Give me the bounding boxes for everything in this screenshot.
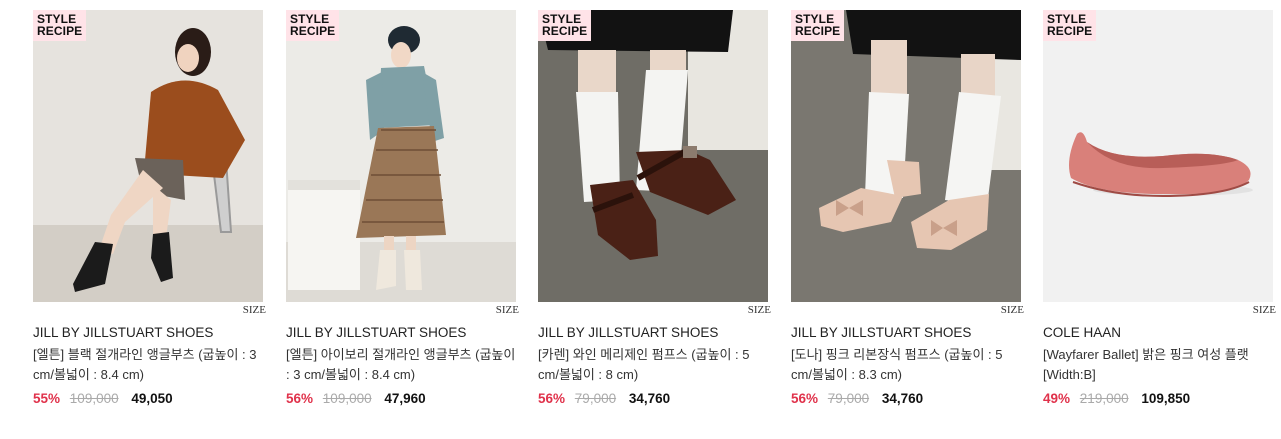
brand-name[interactable]: COLE HAAN	[1043, 325, 1121, 340]
discount-rate: 49%	[1043, 391, 1071, 406]
price-row: 56% 79,000 34,760	[538, 391, 670, 406]
discount-rate: 55%	[33, 391, 61, 406]
product-card[interactable]: STYLE RECIPE SIZE JILL BY JILLSTUART SHO…	[538, 10, 771, 406]
brand-name[interactable]: JILL BY JILLSTUART SHOES	[791, 325, 971, 340]
badge-line-2: RECIPE	[795, 24, 841, 38]
style-recipe-badge: STYLE RECIPE	[1043, 10, 1097, 41]
product-image[interactable]: STYLE RECIPE	[791, 10, 1021, 302]
badge-line-2: RECIPE	[290, 24, 336, 38]
style-recipe-badge: STYLE RECIPE	[791, 10, 845, 41]
badge-line-2: RECIPE	[1047, 24, 1093, 38]
product-name[interactable]: [도나] 핑크 리본장식 펌프스 (굽높이 : 5 cm/볼넓이 : 8.3 c…	[791, 345, 1023, 385]
product-card[interactable]: STYLE RECIPE SIZE JILL BY JILLSTUART SHO…	[791, 10, 1024, 406]
brand-name[interactable]: JILL BY JILLSTUART SHOES	[286, 325, 466, 340]
sale-price: 109,850	[1141, 391, 1191, 406]
size-link[interactable]: SIZE	[1253, 304, 1276, 316]
original-price: 79,000	[827, 391, 870, 406]
product-card[interactable]: STYLE RECIPE SIZE JILL BY JILLSTUART SHO…	[286, 10, 519, 406]
sale-price: 49,050	[131, 391, 173, 406]
sale-price: 47,960	[384, 391, 426, 406]
style-recipe-badge: STYLE RECIPE	[538, 10, 592, 41]
badge-line-2: RECIPE	[37, 24, 83, 38]
style-recipe-badge: STYLE RECIPE	[33, 10, 87, 41]
size-link[interactable]: SIZE	[1001, 304, 1024, 316]
product-name[interactable]: [엘튼] 아이보리 절개라인 앵글부츠 (굽높이 : 3 cm/볼넓이 : 8.…	[286, 345, 518, 385]
discount-rate: 56%	[538, 391, 566, 406]
product-image[interactable]: STYLE RECIPE	[33, 10, 263, 302]
discount-rate: 56%	[791, 391, 819, 406]
price-row: 49% 219,000 109,850	[1043, 391, 1190, 406]
product-grid: STYLE RECIPE SIZE JILL BY JILLSTUART SHO…	[33, 10, 1276, 430]
product-card[interactable]: STYLE RECIPE SIZE JILL BY JILLSTUART SHO…	[33, 10, 266, 406]
sale-price: 34,760	[628, 391, 671, 406]
product-name[interactable]: [카렌] 와인 메리제인 펌프스 (굽높이 : 5 cm/볼넓이 : 8 cm)	[538, 345, 770, 385]
product-card[interactable]: STYLE RECIPE SIZE COLE HAAN [Wayfarer Ba…	[1043, 10, 1276, 406]
brand-name[interactable]: JILL BY JILLSTUART SHOES	[33, 325, 213, 340]
product-name[interactable]: [Wayfarer Ballet] 밝은 핑크 여성 플랫 [Width:B]	[1043, 345, 1275, 385]
product-image[interactable]: STYLE RECIPE	[1043, 10, 1273, 302]
discount-rate: 56%	[286, 391, 314, 406]
price-row: 56% 79,000 34,760	[791, 391, 923, 406]
original-price: 219,000	[1079, 391, 1129, 406]
size-link[interactable]: SIZE	[748, 304, 771, 316]
product-image[interactable]: STYLE RECIPE	[538, 10, 768, 302]
original-price: 79,000	[574, 391, 617, 406]
product-name[interactable]: [엘튼] 블랙 절개라인 앵글부츠 (굽높이 : 3 cm/볼넓이 : 8.4 …	[33, 345, 265, 385]
price-row: 55% 109,000 49,050	[33, 391, 173, 406]
size-link[interactable]: SIZE	[243, 304, 266, 316]
style-recipe-badge: STYLE RECIPE	[286, 10, 340, 41]
size-link[interactable]: SIZE	[496, 304, 519, 316]
product-image[interactable]: STYLE RECIPE	[286, 10, 516, 302]
original-price: 109,000	[322, 391, 372, 406]
sale-price: 34,760	[881, 391, 924, 406]
price-row: 56% 109,000 47,960	[286, 391, 426, 406]
original-price: 109,000	[69, 391, 119, 406]
badge-line-2: RECIPE	[542, 24, 588, 38]
brand-name[interactable]: JILL BY JILLSTUART SHOES	[538, 325, 718, 340]
